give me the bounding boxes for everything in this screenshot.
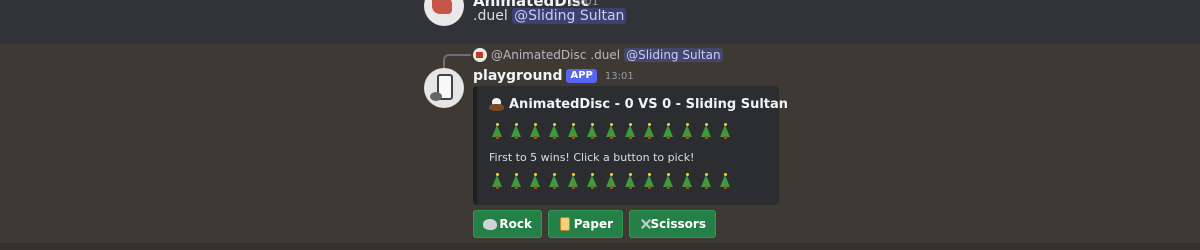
christmas-tree-icon: [642, 173, 657, 189]
bot-username[interactable]: playground: [473, 68, 562, 84]
user-mention[interactable]: @Sliding Sultan: [512, 8, 627, 24]
reply-reference[interactable]: @AnimatedDisc .duel @Sliding Sultan: [473, 47, 723, 63]
eagle-icon: [489, 97, 504, 112]
rock-button[interactable]: Rock: [473, 210, 542, 238]
rock-button-label: Rock: [499, 217, 532, 231]
christmas-tree-icon: [718, 173, 733, 189]
christmas-tree-icon: [680, 173, 695, 189]
creature-icon: [430, 92, 442, 101]
christmas-tree-icon: [604, 173, 619, 189]
christmas-tree-icon: [623, 173, 638, 189]
embed-title: AnimatedDisc - 0 VS 0 - Sliding Sultan: [489, 97, 788, 112]
christmas-tree-icon: [490, 173, 505, 189]
scissors-button[interactable]: Scissors: [629, 210, 716, 238]
previous-author-avatar[interactable]: [424, 0, 464, 26]
previous-message-text: .duel: [473, 8, 508, 24]
christmas-tree-icon: [566, 173, 581, 189]
christmas-tree-icon: [547, 173, 562, 189]
reply-author[interactable]: @AnimatedDisc: [491, 48, 586, 62]
reply-content[interactable]: .duel: [590, 48, 620, 62]
christmas-tree-icon: [661, 123, 676, 139]
embed-title-text: AnimatedDisc - 0 VS 0 - Sliding Sultan: [509, 97, 789, 112]
scissors-button-label: Scissors: [650, 217, 706, 231]
action-row: Rock Paper Scissors: [473, 210, 716, 238]
tree-row-bottom: [490, 173, 733, 189]
rock-icon: [483, 217, 498, 231]
christmas-tree-icon: [642, 123, 657, 139]
reply-spine: [443, 54, 471, 68]
message-divider: [0, 243, 1200, 250]
christmas-tree-icon: [490, 123, 505, 139]
christmas-tree-icon: [718, 123, 733, 139]
christmas-tree-icon: [547, 123, 562, 139]
christmas-tree-icon: [585, 123, 600, 139]
embed-description: First to 5 wins! Click a button to pick!: [489, 151, 695, 164]
christmas-tree-icon: [699, 123, 714, 139]
reply-mention[interactable]: @Sliding Sultan: [624, 48, 723, 62]
christmas-tree-icon: [528, 123, 543, 139]
christmas-tree-icon: [604, 123, 619, 139]
previous-message: AnimatedDisc 13:01 .duel @Sliding Sultan: [0, 0, 1200, 44]
duel-embed: AnimatedDisc - 0 VS 0 - Sliding Sultan F…: [473, 86, 788, 205]
christmas-tree-icon: [509, 123, 524, 139]
christmas-tree-icon: [680, 123, 695, 139]
message-header: playground APP 13:01: [473, 67, 634, 85]
christmas-tree-icon: [661, 173, 676, 189]
christmas-tree-icon: [623, 123, 638, 139]
paper-button-label: Paper: [573, 217, 613, 231]
tree-row-top: [490, 123, 733, 139]
christmas-tree-icon: [509, 173, 524, 189]
christmas-tree-icon: [585, 173, 600, 189]
christmas-tree-icon: [566, 123, 581, 139]
christmas-tree-icon: [699, 173, 714, 189]
app-badge: APP: [566, 69, 597, 83]
bot-avatar[interactable]: [424, 68, 464, 108]
message-time: 13:01: [604, 70, 634, 82]
paper-button[interactable]: Paper: [548, 210, 623, 238]
reply-author-avatar: [473, 48, 487, 62]
scissors-icon: [639, 217, 646, 231]
christmas-tree-icon: [528, 173, 543, 189]
previous-message-time: 13:01: [567, 0, 599, 8]
previous-message-content: .duel @Sliding Sultan: [473, 8, 627, 24]
scroll-icon: [558, 217, 570, 231]
